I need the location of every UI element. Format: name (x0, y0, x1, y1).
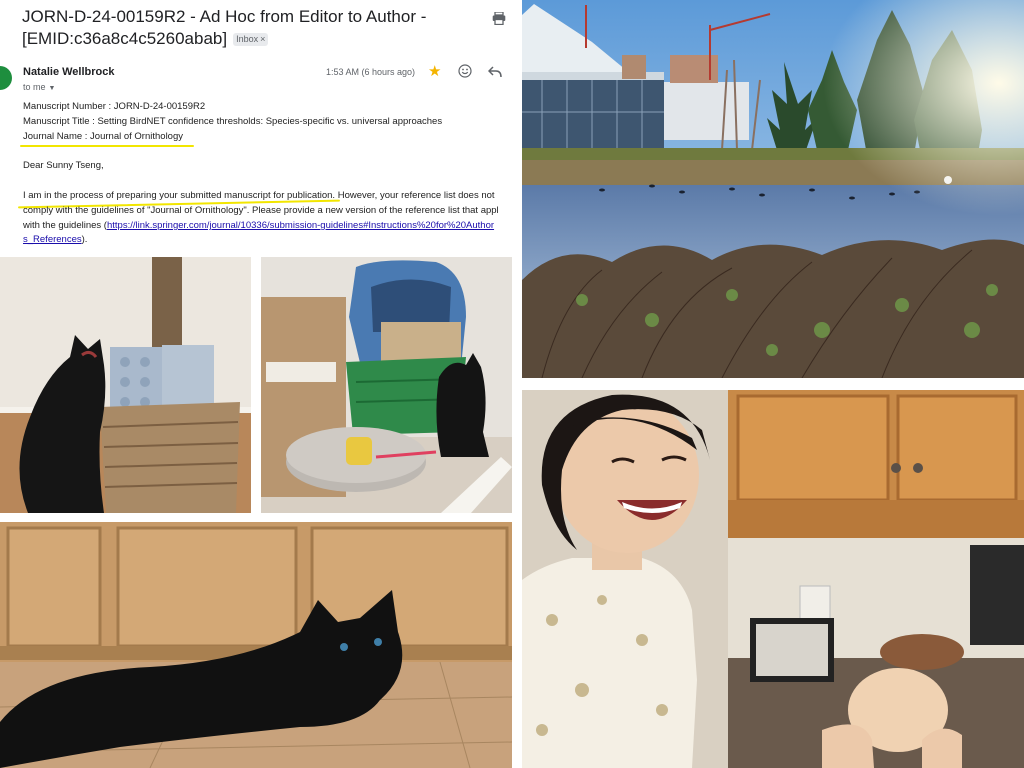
email-timestamp: 1:53 AM (6 hours ago) (326, 67, 416, 77)
print-icon[interactable] (492, 12, 506, 25)
inbox-label-chip[interactable]: Inbox × (233, 33, 269, 46)
recipient-dropdown[interactable]: to me ▼ (23, 82, 55, 92)
avatar[interactable] (0, 66, 12, 90)
black-cat-with-basket-photo (0, 257, 251, 513)
highlight-mark (20, 145, 194, 147)
inbox-label-text: Inbox (236, 34, 259, 44)
star-icon[interactable]: ★ (428, 64, 441, 79)
emoji-icon[interactable] (458, 64, 472, 78)
email-subject-text: JORN-D-24-00159R2 - Ad Hoc from Editor t… (22, 7, 427, 48)
manuscript-title-line: Manuscript Title : Setting BirdNET confi… (23, 116, 443, 127)
manuscript-number-line: Manuscript Number : JORN-D-24-00159R2 (23, 101, 206, 112)
body-line-4-suffix: ). (81, 234, 88, 245)
inbox-label-remove[interactable]: × (260, 34, 265, 44)
body-line-2: comply with the guidelines of "Journal o… (23, 205, 499, 216)
email-screenshot: JORN-D-24-00159R2 - Ad Hoc from Editor t… (0, 0, 516, 254)
guidelines-link-continued[interactable]: s_References (23, 234, 82, 245)
greeting-line: Dear Sunny Tseng, (23, 160, 104, 171)
body-line-1: I am in the process of preparing your su… (23, 190, 495, 201)
body-line-4: s_References). (23, 234, 87, 246)
reply-icon[interactable] (488, 66, 502, 78)
email-subject: JORN-D-24-00159R2 - Ad Hoc from Editor t… (22, 6, 462, 50)
chevron-down-icon[interactable]: ▼ (49, 85, 56, 92)
body-line-3: with the guidelines (https://link.spring… (23, 220, 494, 232)
black-cat-near-backpack-photo (261, 257, 512, 513)
recipient-text: to me (23, 82, 46, 92)
woman-laughing-with-dough-photo (522, 390, 1024, 768)
journal-name-line: Journal Name : Journal of Ornithology (23, 131, 183, 142)
black-cat-lying-on-floor-photo (0, 522, 512, 768)
park-pond-photo (522, 0, 1024, 378)
sender-name[interactable]: Natalie Wellbrock (23, 66, 115, 78)
body-line-3-prefix: with the guidelines ( (23, 220, 107, 231)
guidelines-link[interactable]: https://link.springer.com/journal/10336/… (107, 220, 494, 231)
